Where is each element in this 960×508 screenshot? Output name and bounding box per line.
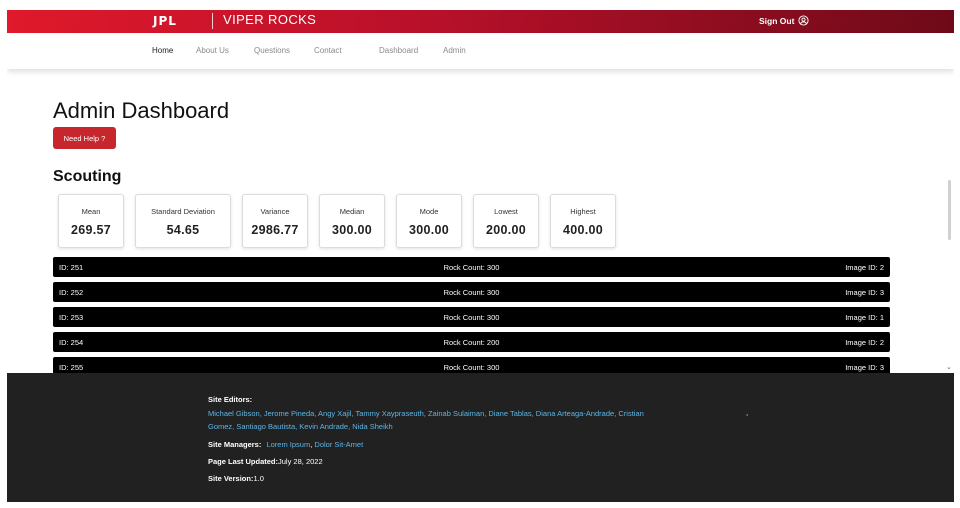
stat-card-standard-deviation: Standard Deviation 54.65 xyxy=(135,194,231,248)
stat-label: Standard Deviation xyxy=(151,207,215,216)
managers-row: Site Managers: Lorem Ipsum, Dolor Sit-Am… xyxy=(208,440,364,449)
stat-card-highest: Highest 400.00 xyxy=(550,194,616,248)
nav-questions[interactable]: Questions xyxy=(254,46,290,55)
managers-label: Site Managers: xyxy=(208,440,262,449)
stat-card-variance: Variance 2986.77 xyxy=(242,194,308,248)
site-footer: Site Editors: Michael Gibson, Jerome Pin… xyxy=(7,373,954,502)
browser-viewport: JPL VIPER ROCKS Sign Out Home About Us Q… xyxy=(7,10,954,502)
list-item[interactable]: ID: 251 Rock Count: 300 Image ID: 2 xyxy=(53,257,890,277)
jpl-logo[interactable]: JPL xyxy=(153,14,177,28)
stat-value: 269.57 xyxy=(70,223,112,237)
nav-contact[interactable]: Contact xyxy=(314,46,342,55)
sign-out-label: Sign Out xyxy=(759,15,795,26)
user-circle-icon xyxy=(798,15,809,26)
stat-label: Lowest xyxy=(494,207,518,216)
stat-value: 54.65 xyxy=(166,223,200,237)
row-rock-count: Rock Count: 300 xyxy=(443,288,500,297)
row-rock-count: Rock Count: 300 xyxy=(443,363,500,372)
stat-value: 200.00 xyxy=(485,223,527,237)
scrollbar-thumb[interactable] xyxy=(948,180,951,240)
version-value: 1.0 xyxy=(253,474,264,483)
logo-divider xyxy=(212,13,213,29)
editors-line-2[interactable]: Gomez, Santiago Bautista, Kevin Andrade,… xyxy=(208,422,393,431)
stat-label: Mode xyxy=(419,207,439,216)
stat-value: 400.00 xyxy=(562,223,604,237)
top-bar: JPL VIPER ROCKS Sign Out xyxy=(7,10,954,33)
editors-line-1[interactable]: Michael Gibson, Jerome Pineda, Angy Xaji… xyxy=(208,409,644,418)
last-updated-row: Page Last Updated:July 28, 2022 xyxy=(208,457,323,466)
editors-trailing-comma: , xyxy=(746,408,749,417)
scouting-list: ID: 251 Rock Count: 300 Image ID: 2 ID: … xyxy=(53,257,890,382)
stats-row: Mean 269.57 Standard Deviation 54.65 Var… xyxy=(58,194,616,248)
stat-value: 2986.77 xyxy=(251,223,299,237)
row-rock-count: Rock Count: 200 xyxy=(443,338,500,347)
row-image-id: Image ID: 3 xyxy=(845,288,884,297)
stat-value: 300.00 xyxy=(408,223,450,237)
row-image-id: Image ID: 1 xyxy=(845,313,884,322)
scroll-down-icon[interactable]: ⌄ xyxy=(946,363,952,371)
manager-link[interactable]: Lorem Ipsum xyxy=(266,440,310,449)
nav-home[interactable]: Home xyxy=(152,46,173,55)
sign-out-button[interactable]: Sign Out xyxy=(759,15,809,26)
list-item[interactable]: ID: 254 Rock Count: 200 Image ID: 2 xyxy=(53,332,890,352)
stat-label: Median xyxy=(339,207,365,216)
main-nav: Home About Us Questions Contact Dashboar… xyxy=(7,33,954,69)
stat-label: Mean xyxy=(81,207,101,216)
list-item[interactable]: ID: 252 Rock Count: 300 Image ID: 3 xyxy=(53,282,890,302)
version-label: Site Version: xyxy=(208,474,254,483)
stat-card-mean: Mean 269.57 xyxy=(58,194,124,248)
stat-label: Highest xyxy=(570,207,596,216)
row-rock-count: Rock Count: 300 xyxy=(443,313,500,322)
list-item[interactable]: ID: 253 Rock Count: 300 Image ID: 1 xyxy=(53,307,890,327)
updated-value: July 28, 2022 xyxy=(278,457,323,466)
stat-card-mode: Mode 300.00 xyxy=(396,194,462,248)
row-image-id: Image ID: 3 xyxy=(845,363,884,372)
site-title[interactable]: VIPER ROCKS xyxy=(223,12,316,27)
editors-label: Site Editors: xyxy=(208,395,253,404)
row-image-id: Image ID: 2 xyxy=(845,338,884,347)
need-help-button[interactable]: Need Help ? xyxy=(53,127,116,149)
row-rock-count: Rock Count: 300 xyxy=(443,263,500,272)
nav-about-us[interactable]: About Us xyxy=(196,46,229,55)
version-row: Site Version:1.0 xyxy=(208,474,264,483)
manager-link[interactable]: Dolor Sit-Amet xyxy=(314,440,363,449)
row-image-id: Image ID: 2 xyxy=(845,263,884,272)
stat-card-lowest: Lowest 200.00 xyxy=(473,194,539,248)
editors-list: Michael Gibson, Jerome Pineda, Angy Xaji… xyxy=(208,407,728,433)
nav-admin[interactable]: Admin xyxy=(443,46,466,55)
scouting-heading: Scouting xyxy=(53,168,122,185)
nav-dashboard[interactable]: Dashboard xyxy=(379,46,418,55)
stat-card-median: Median 300.00 xyxy=(319,194,385,248)
stat-value: 300.00 xyxy=(331,223,373,237)
updated-label: Page Last Updated: xyxy=(208,457,279,466)
stat-label: Variance xyxy=(260,207,290,216)
page-title: Admin Dashboard xyxy=(53,98,230,123)
